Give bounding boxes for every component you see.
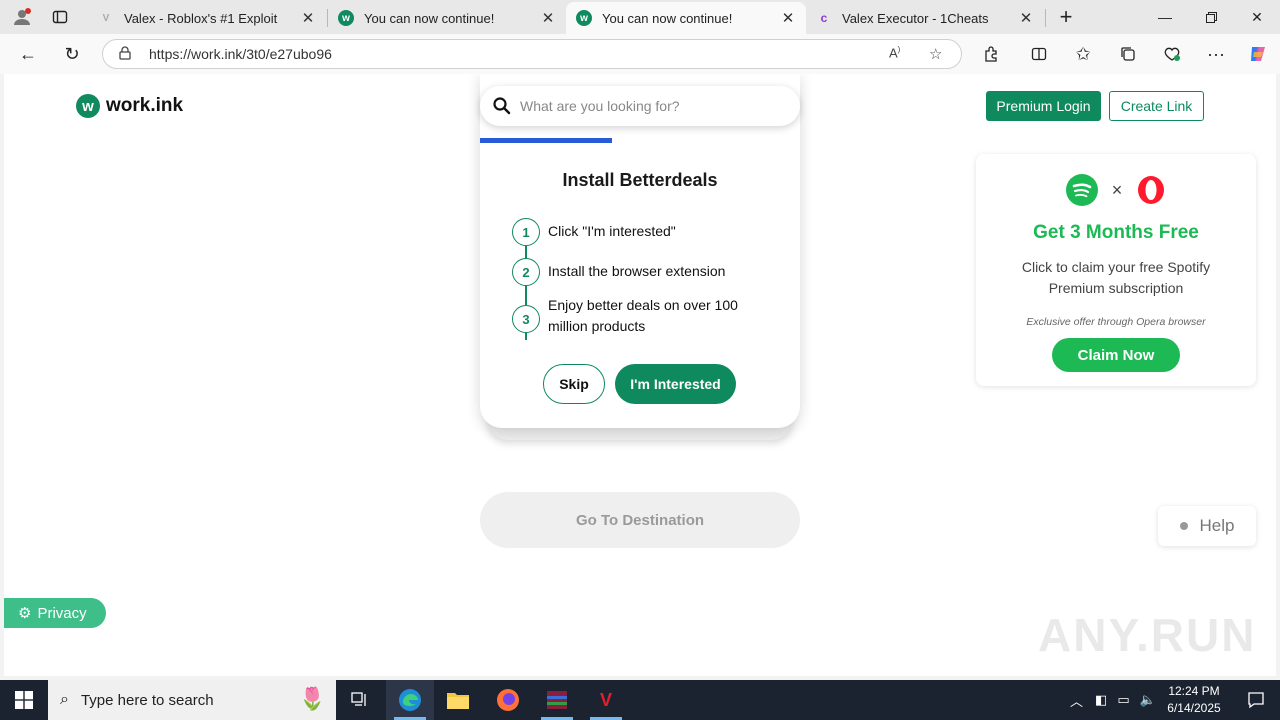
go-to-destination-button[interactable]: Go To Destination [480,492,800,548]
anyrun-watermark: ANY.RUN [1038,609,1257,661]
refresh-icon[interactable]: ↻ [57,40,87,68]
ad-fine-print: Exclusive offer through Opera browser [1026,316,1206,328]
ad-logos: × [976,174,1256,206]
close-icon[interactable]: ✕ [780,9,796,27]
taskbar-clock[interactable]: 12:24 PM 6/14/2025 [1158,683,1230,717]
volume-icon[interactable]: 🔈 [1140,692,1156,708]
clock-date: 6/14/2025 [1167,701,1221,715]
settings-more-icon[interactable]: ··· [1201,40,1231,68]
tab-workink-1[interactable]: w You can now continue! ✕ [328,2,566,34]
logo-text: work.ink [106,95,184,116]
new-tab-icon[interactable]: + [1052,4,1080,30]
offer-step-3: 3 Enjoy better deals on over 100 million… [512,297,748,337]
help-label: Help [1199,516,1235,535]
network-icon[interactable]: ▭ [1117,692,1129,708]
step-text: Click "I'm interested" [548,223,676,239]
tab-valex[interactable]: V Valex - Roblox's #1 Exploit ✕ [88,2,326,34]
close-icon[interactable]: ✕ [540,9,556,27]
ad-headline: Get 3 Months Free [1033,222,1199,243]
notification-icon[interactable] [1232,680,1280,720]
lock-icon [119,45,137,63]
system-tray: ︿ ◧ ▭ 🔈 [1070,680,1156,720]
clock-time: 12:24 PM [1168,684,1220,698]
file-explorer-icon[interactable] [434,680,482,720]
meet-icon[interactable]: ◧ [1095,692,1107,708]
step-number: 1 [512,218,540,246]
windows-taskbar: ⌕ Type here to search 🌷 V ︿ ◧ ▭ 🔈 12:24 … [0,680,1280,720]
minimize-icon[interactable]: — [1142,0,1188,34]
premium-login-button[interactable]: Premium Login [986,91,1101,121]
offer-step-1: 1 Click "I'm interested" [512,218,748,246]
search-icon [493,97,511,115]
close-icon[interactable]: ✕ [1018,9,1034,27]
gear-icon: ⚙ [18,605,32,622]
favorite-star-icon[interactable]: ☆ [929,45,942,63]
tab-1cheats[interactable]: c Valex Executor - 1Cheats ✕ [806,2,1044,34]
step-number: 3 [512,305,540,333]
workink-icon: w [576,10,592,26]
close-icon[interactable]: ✕ [300,9,316,27]
browser-toolbar: ← ↻ https://work.ink/3t0/e27ubo96 A) ☆ ✩… [0,34,1280,74]
step-number: 2 [512,258,540,286]
edge-taskbar-icon[interactable] [386,680,434,720]
profile-icon[interactable] [8,4,36,30]
progress-bar [480,138,612,143]
url-text[interactable]: https://work.ink/3t0/e27ubo96 [149,46,332,62]
tab-title: Valex - Roblox's #1 Exploit [124,10,278,26]
split-screen-icon[interactable] [1024,40,1054,68]
taskbar-search[interactable]: ⌕ Type here to search 🌷 [48,680,336,720]
chevron-up-icon[interactable]: ︿ [1070,691,1083,710]
skip-button[interactable]: Skip [543,364,605,404]
restore-icon[interactable] [1188,0,1234,34]
tab-title: You can now continue! [364,10,495,26]
help-dot-icon [1179,522,1188,530]
search-box[interactable] [480,86,800,126]
offer-card: Install Betterdeals 1 Click "I'm interes… [480,74,800,428]
site-logo[interactable]: w work.ink [76,94,183,118]
winrar-icon[interactable] [533,680,581,720]
browser-tab-strip: V Valex - Roblox's #1 Exploit ✕ w You ca… [0,0,1280,34]
back-icon[interactable]: ← [13,40,43,68]
times-symbol: × [1111,179,1123,200]
windows-start-icon[interactable] [0,680,48,720]
workink-logo-icon: w [76,94,100,118]
create-link-button[interactable]: Create Link [1109,91,1204,121]
help-button[interactable]: Help [1158,506,1256,546]
favorites-icon[interactable]: ✩ [1068,40,1098,68]
workink-icon: w [338,10,354,26]
opera-icon [1138,176,1165,204]
close-window-icon[interactable]: ✕ [1234,0,1280,34]
firefox-icon[interactable] [484,680,532,720]
tab-title: Valex Executor - 1Cheats [842,10,989,26]
privacy-button[interactable]: ⚙ Privacy [4,598,106,628]
taskbar-search-placeholder: Type here to search [80,691,214,709]
tab-actions-icon[interactable] [46,4,74,30]
read-aloud-icon[interactable]: A) [889,45,900,60]
address-bar[interactable]: https://work.ink/3t0/e27ubo96 A) ☆ [102,39,962,69]
search-icon: ⌕ [60,691,69,708]
claim-now-button[interactable]: Claim Now [1052,338,1180,372]
extensions-icon[interactable] [976,40,1006,68]
task-view-icon[interactable] [336,680,384,720]
valex-taskbar-icon[interactable]: V [582,680,630,720]
privacy-label: Privacy [37,604,87,622]
interested-button[interactable]: I'm Interested [615,364,736,404]
valex-icon: V [102,12,110,24]
tulip-icon: 🌷 [298,686,326,711]
spotify-opera-ad[interactable]: × Get 3 Months Free Click to claim your … [976,154,1256,386]
page-viewport: w work.ink Install Betterdeals 1 Click "… [4,74,1276,676]
tab-workink-active[interactable]: w You can now continue! ✕ [566,2,806,34]
step-text: Enjoy better deals on over 100 million p… [548,297,738,334]
browser-essentials-icon[interactable] [1157,40,1187,68]
search-input[interactable] [520,98,780,114]
tab-title: You can now continue! [602,10,733,26]
1cheats-icon: c [820,11,828,25]
copilot-icon[interactable] [1243,40,1273,68]
step-text: Install the browser extension [548,263,726,279]
collections-icon[interactable] [1113,40,1143,68]
spotify-icon [1065,174,1098,206]
offer-step-2: 2 Install the browser extension [512,258,748,286]
ad-description: Click to claim your free Spotify Premium… [1021,259,1211,296]
offer-heading: Install Betterdeals [562,170,718,190]
